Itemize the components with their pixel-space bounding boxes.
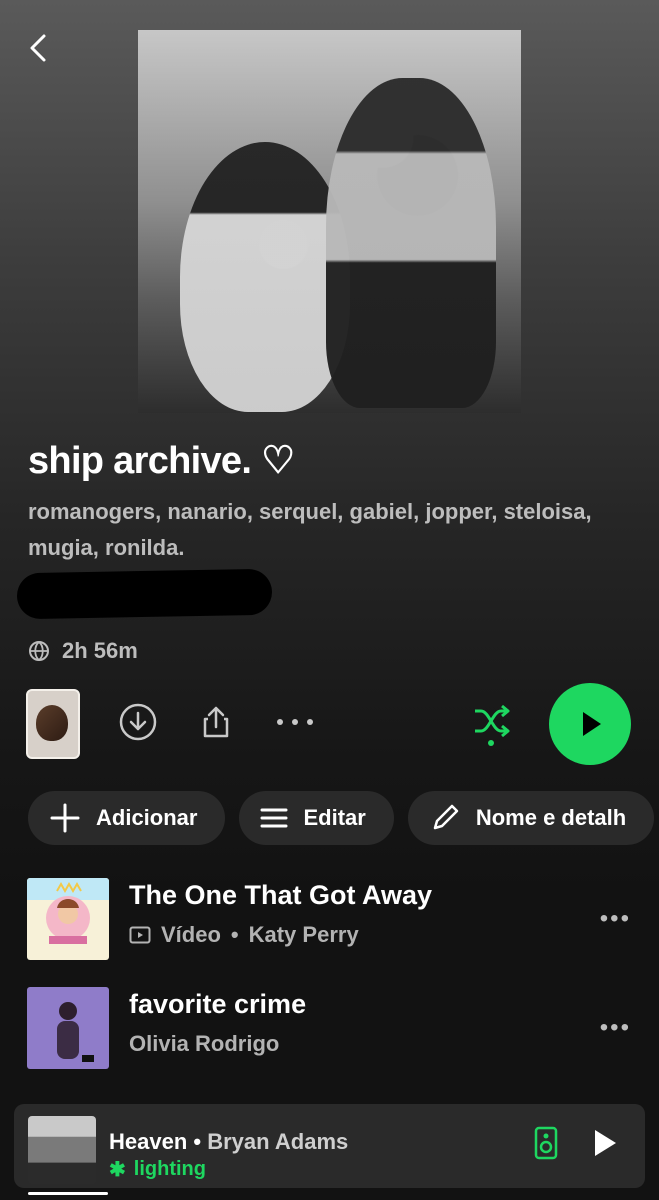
chevron-left-icon xyxy=(30,34,46,62)
track-art xyxy=(27,878,109,960)
playlist-controls-right xyxy=(469,683,631,765)
device-name: lighting xyxy=(133,1158,206,1180)
name-details-label: Nome e detalh xyxy=(475,805,627,830)
now-playing-artist: Bryan Adams xyxy=(207,1129,349,1154)
share-button[interactable] xyxy=(196,702,236,747)
list-icon xyxy=(260,808,288,828)
speaker-icon xyxy=(534,1126,558,1160)
track-type: Vídeo xyxy=(161,922,221,947)
track-row[interactable]: favorite crime Olivia Rodrigo xyxy=(27,987,306,1069)
track-meta: The One That Got Away Vídeo • Katy Perry xyxy=(129,878,432,948)
play-icon xyxy=(583,712,601,736)
track-art xyxy=(27,987,109,1069)
back-button[interactable] xyxy=(22,30,58,66)
playlist-duration: 2h 56m xyxy=(28,638,138,664)
mini-player[interactable]: Heaven • Bryan Adams ✱ lighting xyxy=(14,1104,645,1195)
name-details-button[interactable]: Nome e detalh xyxy=(407,791,655,845)
track-meta: favorite crime Olivia Rodrigo xyxy=(129,987,306,1057)
album-cover-katy-perry xyxy=(27,878,109,960)
play-button[interactable] xyxy=(549,683,631,765)
action-chips: Adicionar Editar Nome e detalh xyxy=(28,791,655,845)
mini-play-button[interactable] xyxy=(591,1127,619,1164)
play-icon xyxy=(595,1130,616,1156)
more-options-button[interactable] xyxy=(274,715,316,733)
track-artist: Olivia Rodrigo xyxy=(129,1031,280,1056)
now-playing-device: ✱ lighting xyxy=(109,1157,206,1182)
mini-progress-bar xyxy=(28,1192,108,1195)
track-subtitle: Vídeo • Katy Perry xyxy=(129,922,432,948)
mini-player-art xyxy=(28,1116,96,1184)
duration-text: 2h 56m xyxy=(62,638,138,663)
track-more-button[interactable]: ••• xyxy=(600,1014,631,1042)
download-icon xyxy=(119,703,157,740)
edit-button[interactable]: Editar xyxy=(239,791,394,845)
cover-person-right xyxy=(326,78,496,408)
mini-player-controls xyxy=(533,1126,619,1165)
download-button[interactable] xyxy=(118,702,158,747)
playlist-title: ship archive. ♡ xyxy=(28,440,295,482)
track-title: The One That Got Away xyxy=(129,880,433,910)
share-icon xyxy=(203,706,229,737)
separator-dot: • xyxy=(193,1129,208,1154)
bluetooth-icon: ✱ xyxy=(109,1159,126,1181)
device-button[interactable] xyxy=(533,1126,559,1165)
track-more-button[interactable]: ••• xyxy=(600,905,631,933)
track-title: favorite crime xyxy=(129,989,307,1019)
shuffle-button[interactable] xyxy=(469,697,515,752)
track-artist: Katy Perry xyxy=(248,922,359,947)
now-playing-title: Heaven • Bryan Adams xyxy=(109,1129,348,1155)
track-subtitle: Olivia Rodrigo xyxy=(129,1031,306,1057)
playlist-thumbnail[interactable] xyxy=(26,689,80,759)
playlist-controls-left xyxy=(26,689,316,759)
separator-dot: • xyxy=(230,922,239,947)
edit-label: Editar xyxy=(303,805,366,830)
playlist-cover xyxy=(138,30,521,413)
video-icon xyxy=(129,926,151,944)
cover-person-left xyxy=(180,142,350,412)
globe-icon xyxy=(29,641,49,662)
ellipsis-icon: ••• xyxy=(599,1014,631,1041)
add-label: Adicionar xyxy=(96,805,198,830)
now-playing-song: Heaven xyxy=(109,1129,188,1154)
redacted-bar xyxy=(16,568,273,620)
pencil-icon xyxy=(433,804,459,830)
shuffle-icon xyxy=(475,704,510,746)
track-row[interactable]: The One That Got Away Vídeo • Katy Perry xyxy=(27,878,432,960)
ellipsis-icon: ••• xyxy=(599,905,631,932)
ellipsis-icon xyxy=(277,719,313,725)
album-cover-olivia-rodrigo xyxy=(27,987,109,1069)
plus-icon xyxy=(50,803,80,833)
add-button[interactable]: Adicionar xyxy=(28,791,226,845)
playlist-description: romanogers, nanario, serquel, gabiel, jo… xyxy=(28,499,592,560)
